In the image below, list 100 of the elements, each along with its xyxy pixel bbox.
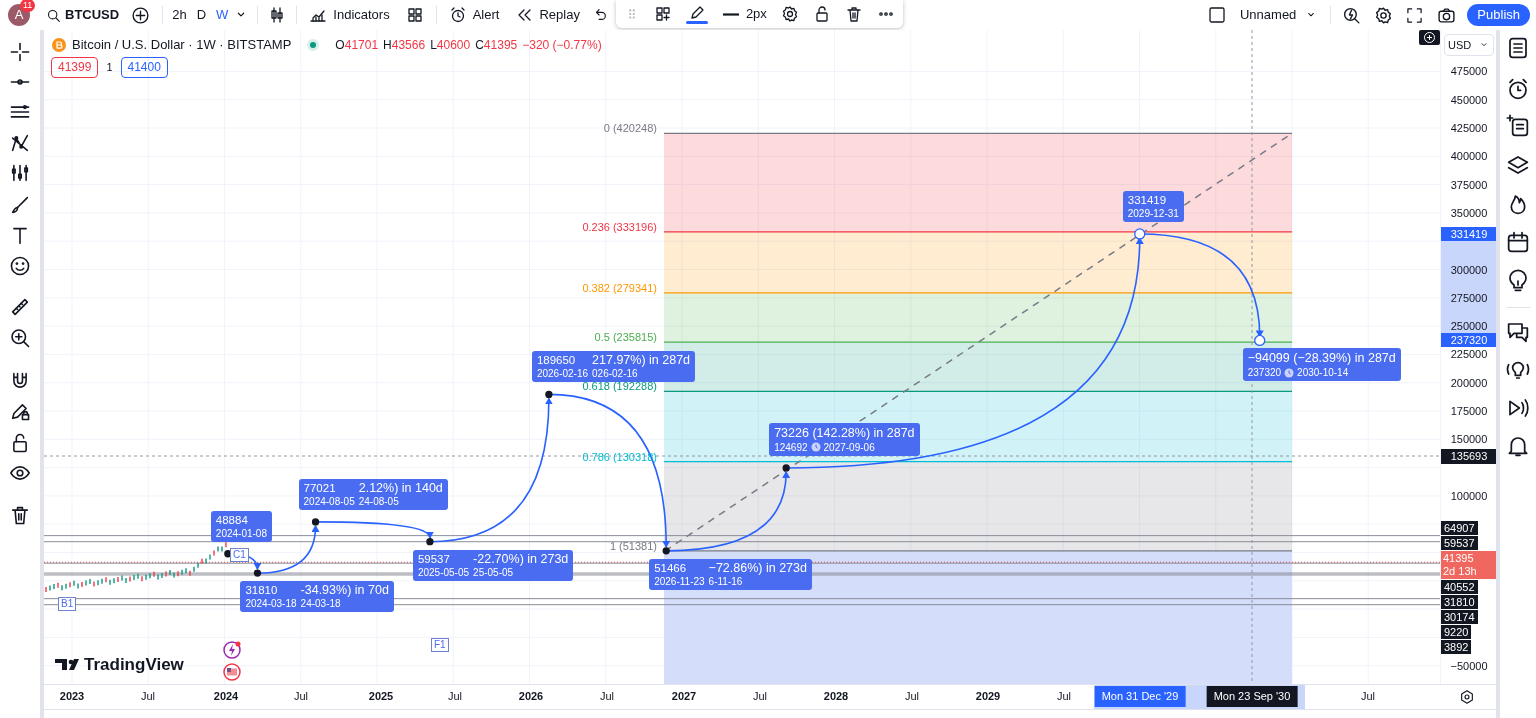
- point-price: 189650: [536, 353, 577, 369]
- line-price-label: 30174: [1441, 610, 1478, 624]
- pattern-nodes-icon[interactable]: [9, 132, 31, 154]
- point-price: 51466: [654, 560, 688, 576]
- path-point[interactable]: [224, 550, 232, 558]
- add-alert-icon[interactable]: [1419, 30, 1440, 45]
- smiley-icon[interactable]: [9, 255, 31, 277]
- measure-price: 237320: [1247, 366, 1282, 380]
- path-point[interactable]: [782, 464, 790, 472]
- watchlist-icon[interactable]: [1506, 36, 1530, 60]
- search-icon[interactable]: [46, 7, 61, 23]
- flag-event-icon[interactable]: [223, 663, 241, 681]
- time-tick: 2024: [213, 690, 239, 703]
- indicators-button[interactable]: Indicators: [301, 5, 398, 25]
- lightning-event-icon[interactable]: [223, 641, 241, 659]
- chart-settings-icon[interactable]: [1459, 689, 1475, 705]
- publish-button[interactable]: Publish: [1467, 4, 1530, 26]
- currency-dropdown[interactable]: USD: [1444, 34, 1494, 56]
- ohlc-value: O41701: [335, 36, 379, 54]
- line-width-button[interactable]: 2px: [721, 4, 767, 24]
- alarm-clock-icon[interactable]: [1506, 77, 1530, 101]
- tradingview-logo-icon: [55, 659, 79, 670]
- line-price-label: 3892: [1441, 640, 1472, 654]
- price-label[interactable]: −94099 (−28.39%) in 287d 237320 2030-10-14: [1242, 348, 1401, 382]
- calendar-icon[interactable]: [1506, 230, 1530, 254]
- interval-button[interactable]: 2h: [167, 5, 192, 25]
- price-tick: 250000: [1449, 320, 1489, 333]
- line-price-label: 31810: [1441, 595, 1478, 609]
- path-point[interactable]: [662, 547, 670, 555]
- settings-icon[interactable]: [1374, 5, 1394, 25]
- ohlc-value: C41395: [475, 36, 518, 54]
- layers-icon[interactable]: [1506, 153, 1530, 177]
- price-label[interactable]: 51466 2026-11-23 −72.86%) in 273d 6-11-16: [649, 558, 812, 590]
- measure-change: -22.70%) in 273d: [473, 551, 569, 567]
- measure-change: −94099 (−28.39%) in 287d: [1247, 350, 1396, 367]
- price-label[interactable]: 77021 2024-08-05 2.12%) in 140d 24-08-05: [298, 478, 448, 510]
- settings-icon[interactable]: [780, 5, 799, 23]
- measure-change: −72.86%) in 273d: [708, 560, 807, 576]
- price-tick: 450000: [1449, 93, 1489, 106]
- line-price-label: 64907: [1441, 521, 1478, 535]
- replay-button[interactable]: Replay: [507, 5, 588, 25]
- price-tick: 475000: [1449, 65, 1489, 78]
- price-label[interactable]: 48884 2024-01-08: [210, 510, 272, 542]
- line-color-button[interactable]: [685, 4, 708, 24]
- add-list-icon[interactable]: [1506, 114, 1530, 138]
- point-price: 331419: [1127, 192, 1168, 208]
- line-price-label: 59537: [1441, 536, 1478, 550]
- chat-icon[interactable]: [1506, 320, 1530, 344]
- symbol-search-button[interactable]: BTCUSD: [46, 5, 120, 25]
- market-status-dot: [307, 38, 320, 51]
- layouts-grid-icon[interactable]: [405, 6, 424, 24]
- price-label[interactable]: 59537 2025-05-05 -22.70%) in 273d 25-05-05: [412, 549, 574, 581]
- symbol-title[interactable]: Bitcoin / U.S. Dollar · 1W · BITSTAMP: [72, 35, 292, 55]
- play-broadcast-icon[interactable]: [1506, 396, 1530, 420]
- price-label[interactable]: 331419 2029-12-31: [1122, 190, 1184, 222]
- add-symbol-icon[interactable]: [131, 5, 151, 25]
- crosshair-date-label: Mon 23 Sep '30: [1206, 686, 1298, 707]
- bell-icon[interactable]: [1506, 434, 1530, 458]
- path-point[interactable]: [426, 538, 434, 546]
- measure-date: 6-11-16: [708, 575, 744, 588]
- add-template-icon[interactable]: [653, 5, 672, 23]
- layout-name-button[interactable]: Unnamed: [1240, 5, 1319, 25]
- last-price-label: 41395 2d 13h: [1441, 551, 1496, 579]
- price-tick: 225000: [1449, 348, 1489, 361]
- layout-checkbox-icon[interactable]: [1208, 6, 1226, 24]
- price-tick: 300000: [1449, 263, 1489, 276]
- price-label[interactable]: 73226 (142.28%) in 287d 124692 2027-09-06: [769, 422, 920, 456]
- price-label[interactable]: 31810 2024-03-18 -34.93%) in 70d 24-03-18: [240, 581, 394, 613]
- price-tick: 150000: [1449, 433, 1489, 446]
- path-point[interactable]: [311, 518, 320, 526]
- chart-marker[interactable]: F1: [431, 638, 449, 652]
- measure-date: 24-03-18: [300, 598, 342, 611]
- time-tick: Jul: [1056, 690, 1072, 703]
- trash-icon[interactable]: [9, 504, 31, 526]
- zoom-in-icon[interactable]: [9, 327, 31, 349]
- brush-icon[interactable]: [9, 194, 31, 216]
- quick-search-icon[interactable]: [1342, 5, 1362, 25]
- branding-text: TradingView: [84, 655, 184, 675]
- time-tick: Jul: [447, 690, 463, 703]
- interval-button[interactable]: D: [191, 5, 212, 25]
- fullscreen-icon[interactable]: [1406, 6, 1424, 24]
- price-label[interactable]: 189650 2026-02-16 217.97%) in 287d 026-02-16: [531, 351, 696, 383]
- path-point[interactable]: [545, 390, 553, 399]
- chart-marker[interactable]: B1: [58, 597, 77, 611]
- buy-price-box[interactable]: 41400: [120, 57, 168, 78]
- camera-icon[interactable]: [1437, 5, 1457, 25]
- path-point[interactable]: [253, 569, 262, 577]
- chart-marker[interactable]: C1: [230, 548, 249, 562]
- sliders-icon[interactable]: [9, 162, 31, 184]
- crosshair-icon[interactable]: [9, 41, 31, 63]
- time-tick: 2029: [975, 690, 1001, 703]
- interval-button[interactable]: W: [211, 5, 234, 25]
- lightbulb-icon[interactable]: [1506, 269, 1530, 293]
- ruler-icon[interactable]: [9, 296, 31, 318]
- point-price: 59537: [417, 551, 451, 567]
- alert-button[interactable]: Alert: [440, 5, 508, 25]
- point-price: 31810: [245, 583, 279, 599]
- measure-price: 124692: [774, 440, 808, 454]
- sell-price-box[interactable]: 41399: [51, 57, 99, 78]
- range-date-label: Mon 31 Dec '29: [1094, 686, 1186, 707]
